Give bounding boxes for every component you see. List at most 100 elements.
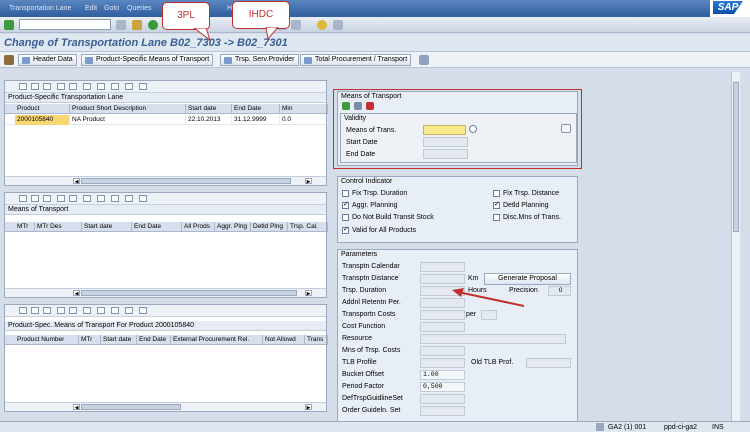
aggr-planning-checkbox[interactable] bbox=[342, 200, 349, 209]
create-icon[interactable] bbox=[31, 195, 39, 202]
sort-desc-icon[interactable] bbox=[69, 307, 77, 314]
menu-goto[interactable]: Goto bbox=[104, 5, 119, 12]
layout2-icon[interactable] bbox=[291, 20, 301, 30]
filter-icon[interactable] bbox=[83, 307, 91, 314]
col-aggr-plng[interactable]: Aggr. Plng bbox=[215, 222, 251, 232]
layout-select-icon[interactable] bbox=[139, 83, 147, 90]
export-icon[interactable] bbox=[125, 307, 133, 314]
cell-product[interactable]: 2000105840 bbox=[15, 115, 70, 125]
export-icon[interactable] bbox=[125, 83, 133, 90]
col-product[interactable]: Product bbox=[15, 104, 70, 114]
col-not-allowd[interactable]: Not Allowd bbox=[263, 335, 305, 345]
sum-icon[interactable] bbox=[97, 307, 105, 314]
sort-asc-icon[interactable] bbox=[57, 83, 65, 90]
scroll-thumb[interactable] bbox=[81, 178, 291, 184]
order-guideln-field[interactable] bbox=[420, 406, 465, 416]
sort-desc-icon[interactable] bbox=[69, 195, 77, 202]
scroll-left-icon[interactable]: ◀ bbox=[73, 404, 80, 411]
transportn-costs-field[interactable] bbox=[420, 310, 465, 320]
fix-trsp-distance-checkbox[interactable] bbox=[493, 190, 500, 197]
layout-select-icon[interactable] bbox=[139, 195, 147, 202]
detld-planning-checkbox[interactable] bbox=[493, 200, 500, 209]
scroll-right-icon[interactable]: ▶ bbox=[305, 178, 312, 185]
back-icon[interactable] bbox=[148, 20, 158, 30]
sort-asc-icon[interactable] bbox=[57, 195, 65, 202]
col-detld-plng[interactable]: Detld Plng bbox=[251, 222, 288, 232]
save-icon[interactable] bbox=[132, 20, 142, 30]
product-specific-mot-button[interactable]: Product-Specific Means of Transport bbox=[81, 54, 214, 66]
col-mtr-des[interactable]: MTr Des bbox=[35, 222, 82, 232]
enter-check-icon[interactable] bbox=[4, 20, 14, 30]
scroll-thumb[interactable] bbox=[733, 82, 739, 232]
customize-icon[interactable] bbox=[333, 20, 343, 30]
tlb-profile-field[interactable] bbox=[420, 358, 465, 368]
delete-icon[interactable] bbox=[43, 195, 51, 202]
edit-pencil-icon[interactable] bbox=[4, 55, 14, 65]
period-factor-field[interactable]: 0,500 bbox=[420, 382, 465, 392]
fix-trsp-duration-checkbox[interactable] bbox=[342, 190, 349, 197]
cost-function-field[interactable] bbox=[420, 322, 465, 332]
network-icon[interactable] bbox=[419, 55, 429, 65]
col-start[interactable]: Start date bbox=[186, 104, 232, 114]
col-product-number[interactable]: Product Number bbox=[15, 335, 79, 345]
menu-transportation-lane[interactable]: Transportation Lane bbox=[9, 5, 71, 12]
details-icon[interactable] bbox=[19, 195, 27, 202]
scroll-left-icon[interactable]: ◀ bbox=[73, 290, 80, 297]
delete-icon[interactable] bbox=[43, 307, 51, 314]
filter-icon[interactable] bbox=[83, 195, 91, 202]
col-mtr[interactable]: MTr bbox=[79, 335, 101, 345]
details-icon[interactable] bbox=[19, 83, 27, 90]
panel2-hscroll[interactable]: ◀ ▶ bbox=[5, 288, 326, 297]
table-row[interactable]: 2000105840 NA Product 22.10.2013 31.12.9… bbox=[5, 115, 328, 125]
filter-icon[interactable] bbox=[83, 83, 91, 90]
vertical-scrollbar[interactable] bbox=[731, 72, 740, 424]
panel1-hscroll[interactable]: ◀ ▶ bbox=[5, 176, 326, 185]
print-icon[interactable] bbox=[111, 195, 119, 202]
create-icon[interactable] bbox=[31, 307, 39, 314]
create-icon[interactable] bbox=[31, 83, 39, 90]
help-icon[interactable] bbox=[317, 20, 327, 30]
precision-field[interactable]: 0 bbox=[548, 286, 571, 296]
sum-icon[interactable] bbox=[97, 195, 105, 202]
disc-mns-trans-checkbox[interactable] bbox=[493, 214, 500, 221]
transptn-calendar-field[interactable] bbox=[420, 262, 465, 272]
panel3-hscroll[interactable]: ◀ ▶ bbox=[5, 402, 326, 411]
sum-icon[interactable] bbox=[97, 83, 105, 90]
col-end[interactable]: End Date bbox=[137, 335, 171, 345]
sort-desc-icon[interactable] bbox=[69, 83, 77, 90]
layout-select-icon[interactable] bbox=[139, 307, 147, 314]
scroll-right-icon[interactable]: ▶ bbox=[305, 404, 312, 411]
col-start[interactable]: Start date bbox=[101, 335, 137, 345]
print-icon[interactable] bbox=[111, 307, 119, 314]
menu-queries[interactable]: Queries bbox=[127, 5, 152, 12]
bucket-offset-field[interactable]: 1.00 bbox=[420, 370, 465, 380]
old-tlb-field[interactable] bbox=[526, 358, 571, 368]
col-all-prods[interactable]: All Prods bbox=[182, 222, 215, 232]
col-mtr[interactable]: MTr bbox=[15, 222, 35, 232]
scroll-thumb[interactable] bbox=[81, 290, 297, 296]
valid-all-products-checkbox[interactable] bbox=[342, 225, 349, 234]
delete-icon[interactable] bbox=[43, 83, 51, 90]
col-end[interactable]: End Date bbox=[232, 104, 280, 114]
command-field[interactable] bbox=[19, 19, 111, 30]
scroll-left-icon[interactable]: ◀ bbox=[73, 178, 80, 185]
col-end[interactable]: End Date bbox=[132, 222, 182, 232]
header-data-button[interactable]: Header Data bbox=[18, 54, 77, 66]
total-procurement-button[interactable]: Total Procurement / Transport bbox=[300, 54, 412, 66]
status-icon[interactable] bbox=[596, 423, 604, 431]
col-trsp-cal[interactable]: Trsp. Cal. bbox=[288, 222, 328, 232]
details-icon[interactable] bbox=[19, 307, 27, 314]
resource-field[interactable] bbox=[420, 334, 566, 344]
trsp-serv-provider-button[interactable]: Trsp. Serv.Provider bbox=[220, 54, 299, 66]
col-trans[interactable]: Trans bbox=[305, 335, 328, 345]
scroll-thumb[interactable] bbox=[81, 404, 181, 410]
per-unit-field[interactable] bbox=[481, 310, 497, 320]
print-icon[interactable] bbox=[111, 83, 119, 90]
col-start[interactable]: Start date bbox=[82, 222, 132, 232]
mns-trsp-costs-field[interactable] bbox=[420, 346, 465, 356]
dropdown-icon[interactable] bbox=[116, 20, 126, 30]
menu-edit[interactable]: Edit bbox=[85, 5, 97, 12]
sort-asc-icon[interactable] bbox=[57, 307, 65, 314]
def-trsp-guideline-field[interactable] bbox=[420, 394, 465, 404]
col-min[interactable]: Min bbox=[280, 104, 328, 114]
